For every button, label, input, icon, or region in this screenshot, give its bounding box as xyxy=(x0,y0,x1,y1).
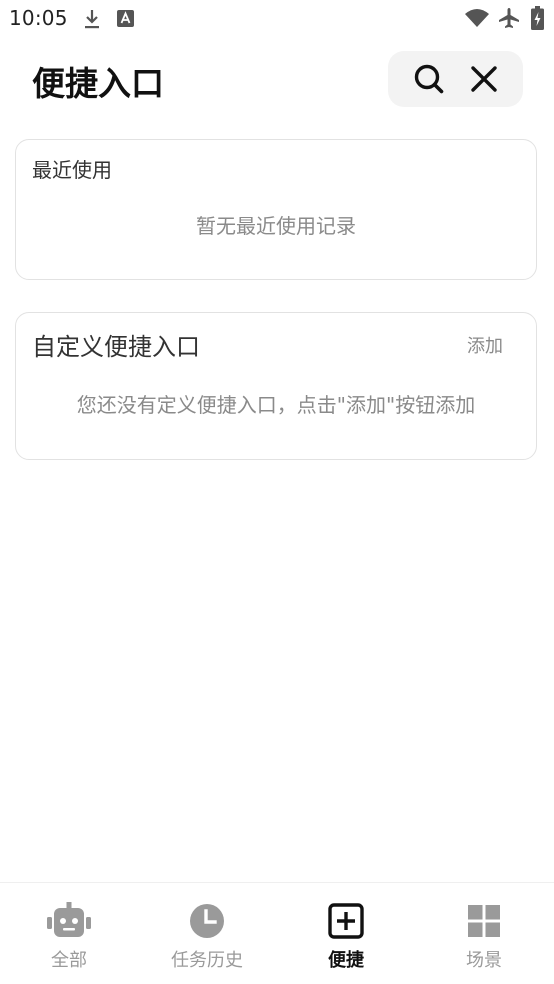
custom-card: 自定义便捷入口 添加 您还没有定义便捷入口，点击"添加"按钮添加 xyxy=(15,312,537,460)
bottom-nav: 全部 任务历史 便捷 场景 xyxy=(0,882,554,984)
add-button[interactable]: 添加 xyxy=(467,332,503,358)
clock-icon xyxy=(190,904,224,938)
recent-empty-text: 暂无最近使用记录 xyxy=(196,214,356,238)
nav-label-history: 任务历史 xyxy=(171,950,243,971)
recent-card: 最近使用 暂无最近使用记录 xyxy=(15,139,537,280)
nav-label-quick: 便捷 xyxy=(328,950,364,971)
nav-item-all[interactable]: 全部 xyxy=(0,883,138,983)
plus-square-icon xyxy=(328,903,364,939)
search-icon xyxy=(414,64,444,94)
close-icon xyxy=(471,66,497,92)
custom-empty-text: 您还没有定义便捷入口，点击"添加"按钮添加 xyxy=(76,393,476,417)
custom-title: 自定义便捷入口 xyxy=(32,333,200,361)
airplane-icon xyxy=(499,8,519,28)
header-actions xyxy=(388,51,523,107)
nav-item-scene[interactable]: 场景 xyxy=(415,883,553,983)
search-button[interactable] xyxy=(401,51,457,107)
status-bar: 10:05 xyxy=(0,0,554,38)
wifi-icon xyxy=(465,9,489,27)
battery-icon xyxy=(531,6,544,30)
recent-title: 最近使用 xyxy=(32,158,112,182)
font-app-icon xyxy=(117,10,134,27)
nav-label-all: 全部 xyxy=(51,950,87,971)
nav-label-scene: 场景 xyxy=(466,950,502,971)
download-icon xyxy=(85,10,99,29)
page-title: 便捷入口 xyxy=(32,64,164,103)
robot-icon xyxy=(47,902,91,937)
close-button[interactable] xyxy=(456,51,512,107)
nav-item-history[interactable]: 任务历史 xyxy=(138,883,276,983)
grid-icon xyxy=(468,905,500,937)
status-time: 10:05 xyxy=(9,6,68,30)
nav-item-quick[interactable]: 便捷 xyxy=(277,883,415,983)
